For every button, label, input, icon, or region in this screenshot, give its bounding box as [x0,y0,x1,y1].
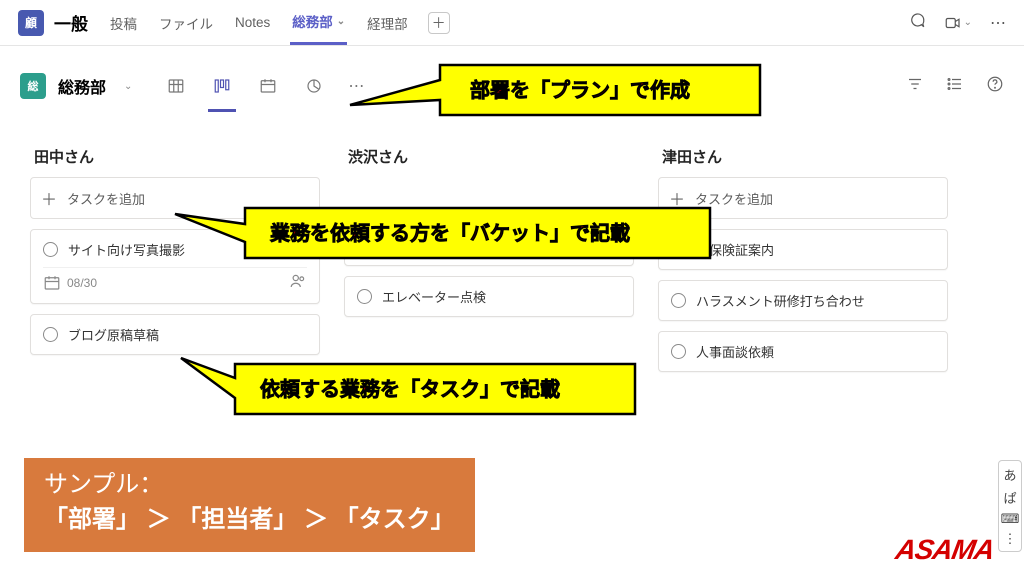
task-title: ブログ原稿草稿 [68,325,159,344]
teams-tab-bar: 顧 一般 投稿 ファイル Notes 総務部 ⌄ 経理部 ＋ ⌄ ⋯ [0,0,1024,46]
plus-icon: ＋ [669,186,685,210]
channel-tabs: 投稿 ファイル Notes 総務部 ⌄ 経理部 ＋ [108,1,450,45]
complete-radio-icon[interactable] [671,242,686,257]
plan-avatar[interactable]: 総 [20,73,46,99]
task-card[interactable]: ハラスメント研修打ち合わせ [658,280,948,321]
plan-header: 総 総務部 ⌄ ⋯ [20,64,1004,108]
task-card[interactable] [344,229,634,266]
assignee-icon[interactable] [289,272,307,293]
task-title: エレベーター点検 [382,287,486,306]
complete-radio-icon[interactable] [357,240,372,255]
add-tab-button[interactable]: ＋ [428,12,450,34]
task-title: サイト向け写真撮影 [68,240,185,259]
team-avatar[interactable]: 顧 [18,10,44,36]
task-card[interactable]: エレベーター点検 [344,276,634,317]
task-card[interactable]: ブログ原稿草稿 [30,314,320,355]
task-title: 人事面談依頼 [696,342,774,361]
tab-posts[interactable]: 投稿 [108,1,139,45]
add-task-label: タスクを追加 [695,189,773,208]
sample-line2: 「部署」 ＞ 「担当者」 ＞ 「タスク」 [44,503,455,538]
charts-view-icon[interactable] [302,74,326,98]
calendar-icon [43,274,61,292]
channel-name: 一般 [54,10,88,35]
task-title: 康保険証案内 [696,240,774,259]
ime-item[interactable]: あ [1003,465,1016,484]
callout-task-text: 依頼する業務を「タスク」で記載 [260,378,560,401]
complete-radio-icon[interactable] [671,293,686,308]
tab-notes[interactable]: Notes [233,1,272,45]
ime-toolbar[interactable]: あ ぱ ⌨ ⋮ [998,460,1022,552]
bucket-tsuda: 津田さん ＋ タスクを追加 康保険証案内 ハラスメント研修打ち合わせ [658,146,948,372]
plan-name: 総務部 [58,74,106,98]
chat-icon[interactable] [908,11,926,34]
help-icon[interactable] [986,75,1004,98]
tab-files[interactable]: ファイル [157,1,215,45]
more-icon[interactable]: ⋯ [990,13,1006,33]
tab-soumu-label: 総務部 [292,11,333,31]
bucket-title[interactable]: 津田さん [658,146,948,167]
add-task-label: タスクを追加 [67,189,145,208]
due-date: 08/30 [43,274,97,292]
chevron-down-icon: ⌄ [337,16,345,27]
sample-line1: サンプル： [44,468,455,503]
plus-icon: ＋ [41,186,57,210]
filter-icon[interactable] [906,75,924,98]
task-card[interactable]: サイト向け写真撮影 08/30 [30,229,320,304]
due-date-text: 08/30 [67,276,97,290]
meet-icon[interactable]: ⌄ [944,14,972,32]
plan-right-controls [906,75,1004,98]
plan-dropdown-icon[interactable]: ⌄ [124,81,132,92]
add-task-button[interactable]: ＋ タスクを追加 [658,177,948,219]
tab-soumu[interactable]: 総務部 ⌄ [290,1,347,45]
list-settings-icon[interactable] [946,75,964,98]
view-switcher: ⋯ [164,74,364,98]
task-card[interactable]: 人事面談依頼 [658,331,948,372]
complete-radio-icon[interactable] [671,344,686,359]
add-task-button[interactable]: ＋ タスクを追加 [30,177,320,219]
board-view-icon[interactable] [210,74,234,98]
ime-keyboard-icon[interactable]: ⌨ [1001,511,1020,527]
board: 田中さん ＋ タスクを追加 サイト向け写真撮影 08/30 [20,146,1004,372]
planner-panel: 総 総務部 ⌄ ⋯ 田中さん ＋ タスクを追加 [0,46,1024,372]
complete-radio-icon[interactable] [357,289,372,304]
bucket-title[interactable]: 渋沢さん [344,146,634,167]
task-title: ハラスメント研修打ち合わせ [696,291,865,310]
bucket-shibusawa: 渋沢さん ＋ エレベーター点検 [344,146,634,372]
teams-right-controls: ⌄ ⋯ [908,11,1006,34]
asama-logo: ASAMA [894,534,997,566]
bucket-tanaka: 田中さん ＋ タスクを追加 サイト向け写真撮影 08/30 [30,146,320,372]
ime-more-icon[interactable]: ⋮ [1004,531,1017,547]
complete-radio-icon[interactable] [43,242,58,257]
sample-banner: サンプル： 「部署」 ＞ 「担当者」 ＞ 「タスク」 [24,458,475,552]
ime-item[interactable]: ぱ [1003,488,1016,507]
schedule-view-icon[interactable] [256,74,280,98]
bucket-title[interactable]: 田中さん [30,146,320,167]
view-more-icon[interactable]: ⋯ [348,76,364,96]
complete-radio-icon[interactable] [43,327,58,342]
tab-keiri[interactable]: 経理部 [365,1,410,45]
grid-view-icon[interactable] [164,74,188,98]
task-card[interactable]: 康保険証案内 [658,229,948,270]
